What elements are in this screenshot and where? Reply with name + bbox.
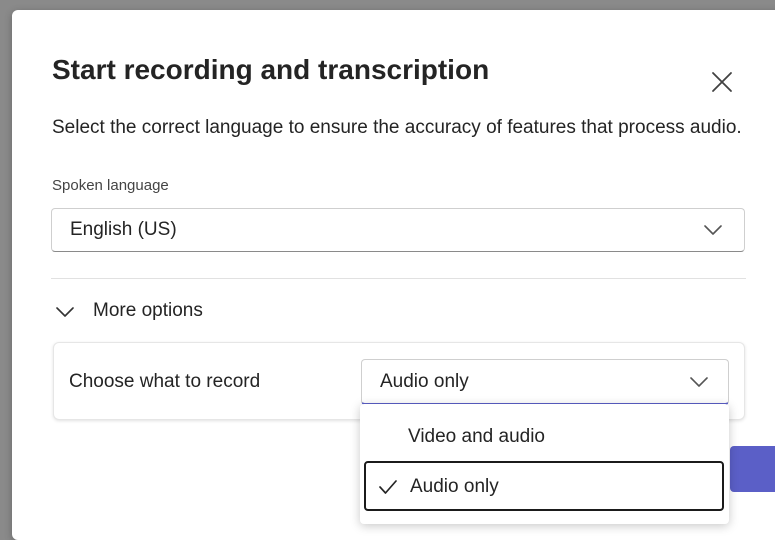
chevron-down-icon: [704, 225, 722, 235]
option-audio-only[interactable]: Audio only: [364, 461, 724, 511]
record-options-dropdown: Video and audio Audio only: [360, 404, 729, 524]
spoken-language-label: Spoken language: [52, 177, 169, 194]
dialog-description: Select the correct language to ensure th…: [52, 117, 742, 138]
option-label: Audio only: [410, 476, 499, 497]
record-select[interactable]: Audio only: [361, 359, 729, 405]
spoken-language-select[interactable]: English (US): [51, 208, 745, 252]
option-label: Video and audio: [408, 426, 545, 447]
option-video-and-audio[interactable]: Video and audio: [364, 412, 724, 462]
chevron-down-icon: [56, 307, 74, 317]
close-button[interactable]: [710, 70, 734, 94]
divider: [51, 278, 746, 279]
dialog-title: Start recording and transcription: [52, 54, 490, 85]
chevron-down-icon: [690, 377, 708, 387]
spoken-language-value: English (US): [70, 219, 177, 240]
record-select-value: Audio only: [380, 371, 469, 392]
checkmark-icon: [379, 480, 397, 494]
record-label: Choose what to record: [69, 371, 261, 392]
start-button[interactable]: [730, 446, 775, 492]
more-options-label: More options: [93, 300, 203, 321]
close-icon: [712, 72, 732, 92]
